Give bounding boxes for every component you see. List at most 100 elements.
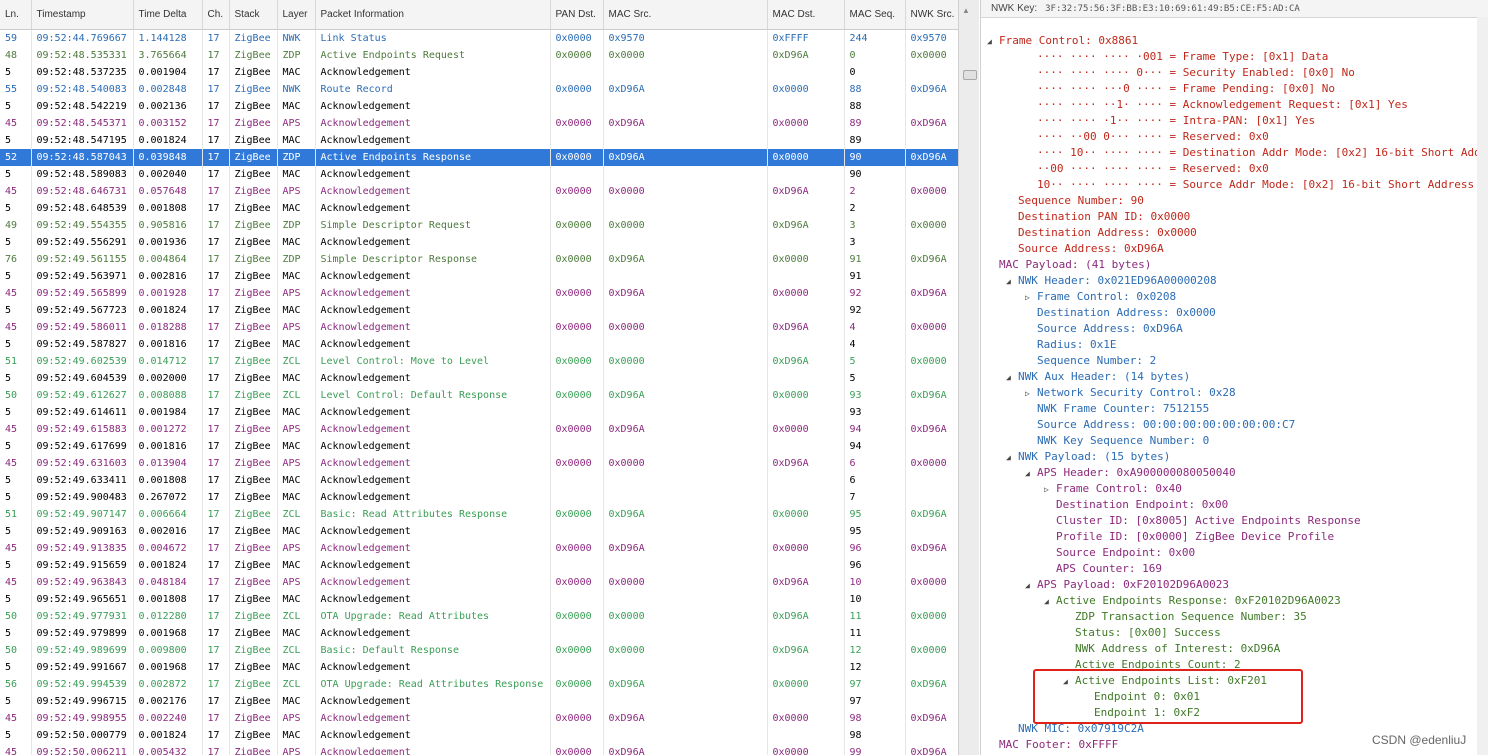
table-cell: APS [277,319,316,336]
column-header[interactable]: MAC Dst. [767,0,845,30]
table-row[interactable]: 5 09:52:49.563971 0.002816 17 ZigBee MAC Ackno… [0,268,958,285]
scrollbar-thumb[interactable] [963,70,977,80]
tree-node[interactable]: ◢ NWK Header: 0x021ED96A00000208 [981,273,1488,289]
table-row[interactable]: 5 09:52:49.567723 0.001824 17 ZigBee MAC Ackno… [0,302,958,319]
expanded-triangle-icon[interactable]: ◢ [1006,274,1016,290]
column-header[interactable]: Ln. [0,0,32,30]
table-row[interactable]: 5 09:52:49.617699 0.001816 17 ZigBee MAC Ackno… [0,438,958,455]
tree-node[interactable]: ◢ APS Payload: 0xF20102D96A0023 [981,577,1488,593]
table-row[interactable]: 45 09:52:50.006211 0.005432 17 ZigBee APS Ackn… [0,744,958,755]
table-row[interactable]: 5 09:52:48.547195 0.001824 17 ZigBee MAC Ackno… [0,132,958,149]
table-row[interactable]: 45 09:52:49.615883 0.001272 17 ZigBee APS Ackn… [0,421,958,438]
table-cell: 0x0000 [550,574,604,591]
expanded-triangle-icon[interactable]: ◢ [1006,370,1016,386]
tree-node[interactable]: ▷ Network Security Control: 0x28 [981,385,1488,401]
table-row[interactable]: 5 09:52:48.542219 0.002136 17 ZigBee MAC Ackno… [0,98,958,115]
table-row[interactable]: 5 09:52:49.996715 0.002176 17 ZigBee MAC Ackno… [0,693,958,710]
table-row[interactable]: 5 09:52:49.965651 0.001808 17 ZigBee MAC Ackno… [0,591,958,608]
table-row[interactable]: 76 09:52:49.561155 0.004864 17 ZigBee ZDP Simp… [0,251,958,268]
table-cell: 45 [0,421,32,438]
table-row[interactable]: 5 09:52:49.604539 0.002000 17 ZigBee MAC Ackno… [0,370,958,387]
tree-node: ··00 ···· ···· ···· = Reserved: 0x0 [981,161,1488,177]
tree-node-label: NWK Address of Interest: 0xD96A [1075,642,1281,655]
table-row[interactable]: 5 09:52:49.614611 0.001984 17 ZigBee MAC Ackno… [0,404,958,421]
table-row[interactable]: 45 09:52:49.963843 0.048184 17 ZigBee APS Ackn… [0,574,958,591]
expanded-triangle-icon[interactable]: ◢ [1044,594,1054,610]
packet-list-scrollbar[interactable]: ▲ [958,0,979,755]
table-row[interactable]: 5 09:52:48.648539 0.001808 17 ZigBee MAC Ackno… [0,200,958,217]
column-header[interactable]: NWK Src. [905,0,958,30]
table-row[interactable]: 56 09:52:49.994539 0.002872 17 ZigBee ZCL OTA … [0,676,958,693]
table-cell: 17 [202,727,230,744]
table-row[interactable]: 45 09:52:49.913835 0.004672 17 ZigBee APS Ackn… [0,540,958,557]
table-row[interactable]: 5 09:52:49.909163 0.002016 17 ZigBee MAC Ackno… [0,523,958,540]
tree-node[interactable]: ◢ APS Header: 0xA900000080050040 [981,465,1488,481]
table-row[interactable]: 49 09:52:49.554355 0.905816 17 ZigBee ZDP Simp… [0,217,958,234]
column-header[interactable]: Timestamp [31,0,134,30]
collapsed-triangle-icon[interactable]: ▷ [1025,386,1035,402]
scroll-up-icon[interactable]: ▲ [962,6,970,15]
table-cell: MAC [277,404,316,421]
table-row[interactable]: 5 09:52:49.979899 0.001968 17 ZigBee MAC Ackno… [0,625,958,642]
table-row[interactable]: 45 09:52:49.586011 0.018288 17 ZigBee APS Ackn… [0,319,958,336]
table-row[interactable]: 48 09:52:48.535331 3.765664 17 ZigBee ZDP Acti… [0,47,958,64]
column-header[interactable]: MAC Src. [603,0,768,30]
column-header[interactable]: Ch. [202,0,230,30]
table-row-selected[interactable]: 52 09:52:48.587043 0.039848 17 ZigBee ZDP Acti… [0,149,958,166]
expanded-triangle-icon[interactable]: ◢ [987,34,997,50]
expanded-triangle-icon[interactable]: ◢ [1006,450,1016,466]
table-row[interactable]: 5 09:52:49.633411 0.001808 17 ZigBee MAC Ackno… [0,472,958,489]
table-cell: 0xD96A [905,540,958,557]
table-cell [603,268,768,285]
table-row[interactable]: 5 09:52:50.000779 0.001824 17 ZigBee MAC Ackno… [0,727,958,744]
tree-node[interactable]: ◢ Active Endpoints Response: 0xF20102D96A… [981,593,1488,609]
tree-node[interactable]: ▷ Frame Control: 0x0208 [981,289,1488,305]
tree-node[interactable]: ◢ Frame Control: 0x8861 [981,33,1488,49]
table-cell: 0.057648 [133,183,203,200]
table-row[interactable]: 50 09:52:49.612627 0.008088 17 ZigBee ZCL Leve… [0,387,958,404]
table-row[interactable]: 45 09:52:49.631603 0.013904 17 ZigBee APS Ackn… [0,455,958,472]
nwk-key-value[interactable]: 3F:32:75:56:3F:BB:E3:10:69:61:49:B5:CE:F… [1045,4,1300,14]
table-cell: 17 [202,523,230,540]
table-row[interactable]: 5 09:52:49.991667 0.001968 17 ZigBee MAC Ackno… [0,659,958,676]
tree-node[interactable]: ▷ Frame Control: 0x40 [981,481,1488,497]
tree-node: Status: [0x00] Success [981,625,1488,641]
table-row[interactable]: 5 09:52:49.587827 0.001816 17 ZigBee MAC Ackno… [0,336,958,353]
table-cell: 0xD96A [603,251,768,268]
column-header[interactable]: MAC Seq. [844,0,906,30]
table-cell: 88 [844,98,906,115]
table-cell: 09:52:49.900483 [31,489,134,506]
table-row[interactable]: 5 09:52:48.589083 0.002040 17 ZigBee MAC Ackno… [0,166,958,183]
table-cell: APS [277,421,316,438]
table-row[interactable]: 45 09:52:48.646731 0.057648 17 ZigBee APS Ackn… [0,183,958,200]
table-row[interactable]: 5 09:52:49.900483 0.267072 17 ZigBee MAC Ackno… [0,489,958,506]
tree-node[interactable]: ◢ NWK Aux Header: (14 bytes) [981,369,1488,385]
column-header[interactable]: Time Delta [133,0,203,30]
column-header[interactable]: Layer [277,0,316,30]
table-row[interactable]: 5 09:52:49.556291 0.001936 17 ZigBee MAC Ackno… [0,234,958,251]
table-row[interactable]: 45 09:52:49.565899 0.001928 17 ZigBee APS Ackn… [0,285,958,302]
collapsed-triangle-icon[interactable]: ▷ [1025,290,1035,306]
column-header[interactable]: PAN Dst. [550,0,604,30]
table-row[interactable]: 59 09:52:44.769667 1.144128 17 ZigBee NWK Link… [0,29,958,47]
table-row[interactable]: 45 09:52:48.545371 0.003152 17 ZigBee APS Ackn… [0,115,958,132]
table-cell: 6 [844,472,906,489]
table-row[interactable]: 5 09:52:49.915659 0.001824 17 ZigBee MAC Ackno… [0,557,958,574]
table-row[interactable]: 50 09:52:49.977931 0.012280 17 ZigBee ZCL OTA … [0,608,958,625]
tree-node-label: Status: [0x00] Success [1075,626,1221,639]
expanded-triangle-icon[interactable]: ◢ [1025,578,1035,594]
tree-node[interactable]: ◢ NWK Payload: (15 bytes) [981,449,1488,465]
table-row[interactable]: 55 09:52:48.540083 0.002848 17 ZigBee NWK Rout… [0,81,958,98]
table-row[interactable]: 51 09:52:49.602539 0.014712 17 ZigBee ZCL Leve… [0,353,958,370]
table-row[interactable]: 51 09:52:49.907147 0.006664 17 ZigBee ZCL Basi… [0,506,958,523]
table-cell: Acknowledgement [315,455,551,472]
expanded-triangle-icon[interactable]: ◢ [1025,466,1035,482]
detail-scrollbar[interactable] [1477,17,1488,755]
table-cell [767,438,845,455]
column-header[interactable]: Packet Information [315,0,551,30]
table-row[interactable]: 5 09:52:48.537235 0.001904 17 ZigBee MAC Ackno… [0,64,958,81]
collapsed-triangle-icon[interactable]: ▷ [1044,482,1054,498]
column-header[interactable]: Stack [229,0,278,30]
table-row[interactable]: 50 09:52:49.989699 0.009800 17 ZigBee ZCL Basi… [0,642,958,659]
table-row[interactable]: 45 09:52:49.998955 0.002240 17 ZigBee APS Ackn… [0,710,958,727]
